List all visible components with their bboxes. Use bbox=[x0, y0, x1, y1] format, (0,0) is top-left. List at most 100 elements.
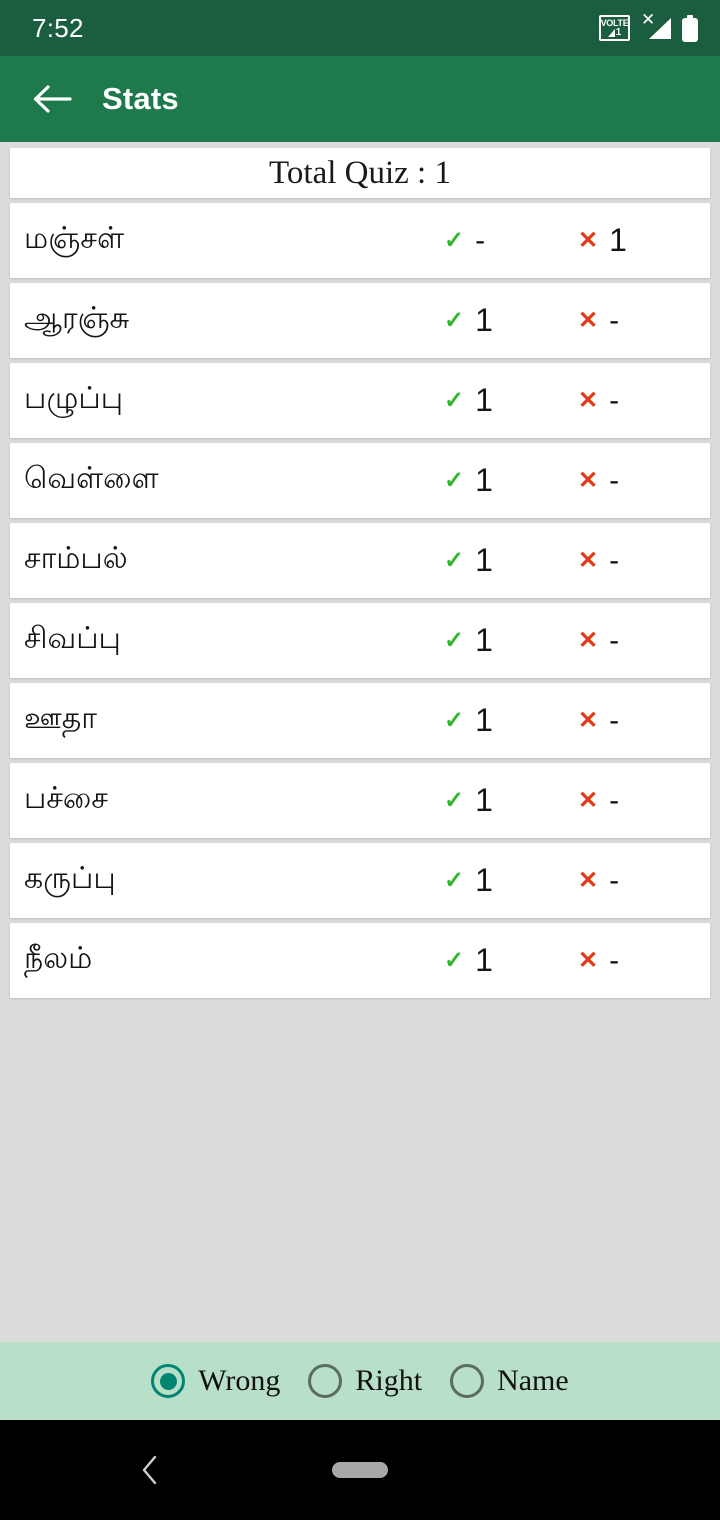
page-title: Stats bbox=[102, 81, 179, 116]
row-wrong-value: - bbox=[609, 703, 620, 737]
row-color-name: மஞ்சள் bbox=[24, 221, 125, 255]
volte-bars-icon bbox=[607, 29, 615, 37]
row-right-cell: ✓ 1 bbox=[444, 302, 493, 339]
row-color-name: வெள்ளை bbox=[24, 461, 159, 495]
status-bar: 7:52 VOLTE 1 ✕ bbox=[0, 0, 720, 56]
check-icon: ✓ bbox=[444, 786, 465, 814]
row-color-name: ஆரஞ்சு bbox=[24, 301, 130, 335]
check-icon: ✓ bbox=[444, 226, 465, 254]
table-row[interactable]: நீலம் ✓ 1 ✕ - bbox=[10, 923, 710, 998]
row-wrong-cell: ✕ - bbox=[578, 944, 627, 978]
cross-icon: ✕ bbox=[578, 546, 599, 574]
status-clock: 7:52 bbox=[32, 12, 84, 43]
volte-icon: VOLTE 1 bbox=[599, 15, 630, 41]
row-wrong-value: - bbox=[609, 463, 620, 497]
row-wrong-cell: ✕ - bbox=[578, 704, 627, 738]
row-right-cell: ✓ 1 bbox=[444, 622, 493, 659]
sort-option-right[interactable]: Right bbox=[308, 1364, 422, 1398]
stats-rows: மஞ்சள் ✓ - ✕ 1 ஆரஞ்சு ✓ 1 ✕ - பழுப்பு ✓ 1 ✕ - வெள்ளை ✓ 1 ✕… bbox=[0, 203, 720, 998]
status-icon-group: VOLTE 1 ✕ bbox=[599, 11, 698, 43]
row-right-value: - bbox=[475, 223, 486, 257]
radio-name-icon[interactable] bbox=[450, 1364, 485, 1398]
row-wrong-value: - bbox=[609, 543, 620, 577]
row-wrong-cell: ✕ - bbox=[578, 624, 627, 658]
sort-option-name[interactable]: Name bbox=[450, 1364, 569, 1398]
check-icon: ✓ bbox=[444, 466, 465, 494]
row-right-value: 1 bbox=[475, 382, 493, 418]
home-pill-icon[interactable] bbox=[332, 1462, 388, 1478]
table-row[interactable]: பச்சை ✓ 1 ✕ - bbox=[10, 763, 710, 838]
row-right-value: 1 bbox=[475, 542, 493, 578]
row-right-cell: ✓ 1 bbox=[444, 382, 493, 419]
table-row[interactable]: வெள்ளை ✓ 1 ✕ - bbox=[10, 443, 710, 518]
stats-list-container[interactable]: Total Quiz : 1 மஞ்சள் ✓ - ✕ 1 ஆரஞ்சு ✓ 1 ✕ - பழுப்… bbox=[0, 142, 720, 1342]
cross-icon: ✕ bbox=[578, 226, 599, 254]
total-quiz-card: Total Quiz : 1 bbox=[10, 148, 710, 198]
signal-icon: ✕ bbox=[641, 11, 671, 43]
cross-icon: ✕ bbox=[578, 706, 599, 734]
row-wrong-cell: ✕ - bbox=[578, 784, 627, 818]
radio-wrong-icon[interactable] bbox=[151, 1364, 186, 1398]
check-icon: ✓ bbox=[444, 946, 465, 974]
check-icon: ✓ bbox=[444, 706, 465, 734]
row-color-name: பழுப்பு bbox=[24, 381, 124, 415]
table-row[interactable]: மஞ்சள் ✓ - ✕ 1 bbox=[10, 203, 710, 278]
cross-icon: ✕ bbox=[578, 626, 599, 654]
row-wrong-cell: ✕ - bbox=[578, 384, 627, 418]
android-nav-bar bbox=[0, 1420, 720, 1520]
check-icon: ✓ bbox=[444, 306, 465, 334]
row-right-cell: ✓ 1 bbox=[444, 942, 493, 979]
cross-icon: ✕ bbox=[578, 466, 599, 494]
row-right-value: 1 bbox=[475, 782, 493, 818]
row-wrong-cell: ✕ - bbox=[578, 464, 627, 498]
sort-option-wrong-label: Wrong bbox=[198, 1364, 281, 1397]
row-wrong-value: - bbox=[609, 943, 620, 977]
check-icon: ✓ bbox=[444, 546, 465, 574]
volte-label: VOLTE bbox=[600, 18, 629, 28]
row-color-name: கருப்பு bbox=[24, 861, 116, 895]
back-arrow-icon[interactable] bbox=[30, 77, 74, 121]
sort-option-name-label: Name bbox=[497, 1364, 569, 1397]
sort-option-wrong[interactable]: Wrong bbox=[151, 1364, 280, 1398]
row-wrong-value: - bbox=[609, 303, 620, 337]
cross-icon: ✕ bbox=[578, 306, 599, 334]
row-wrong-cell: ✕ - bbox=[578, 544, 627, 578]
battery-icon bbox=[682, 14, 698, 42]
sort-option-right-label: Right bbox=[355, 1364, 423, 1397]
row-right-value: 1 bbox=[475, 702, 493, 738]
table-row[interactable]: சாம்பல் ✓ 1 ✕ - bbox=[10, 523, 710, 598]
row-right-cell: ✓ 1 bbox=[444, 782, 493, 819]
battery-body bbox=[682, 17, 698, 42]
row-right-value: 1 bbox=[475, 622, 493, 658]
cross-icon: ✕ bbox=[578, 386, 599, 414]
table-row[interactable]: ஆரஞ்சு ✓ 1 ✕ - bbox=[10, 283, 710, 358]
row-wrong-value: 1 bbox=[609, 222, 627, 258]
table-row[interactable]: கருப்பு ✓ 1 ✕ - bbox=[10, 843, 710, 918]
signal-bars-icon bbox=[649, 18, 671, 39]
total-quiz-label: Total Quiz : 1 bbox=[269, 154, 451, 191]
table-row[interactable]: சிவப்பு ✓ 1 ✕ - bbox=[10, 603, 710, 678]
chevron-left-icon[interactable] bbox=[130, 1450, 170, 1490]
row-right-cell: ✓ 1 bbox=[444, 702, 493, 739]
radio-right-icon[interactable] bbox=[308, 1364, 343, 1398]
row-wrong-value: - bbox=[609, 783, 620, 817]
table-row[interactable]: பழுப்பு ✓ 1 ✕ - bbox=[10, 363, 710, 438]
row-color-name: நீலம் bbox=[24, 941, 93, 975]
app-bar: Stats bbox=[0, 56, 720, 142]
cross-icon: ✕ bbox=[578, 946, 599, 974]
sort-option-bar: Wrong Right Name bbox=[0, 1342, 720, 1420]
row-color-name: பச்சை bbox=[24, 781, 108, 815]
volte-bars-number: 1 bbox=[615, 27, 622, 38]
row-right-cell: ✓ 1 bbox=[444, 542, 493, 579]
row-wrong-cell: ✕ 1 bbox=[578, 222, 627, 259]
row-wrong-value: - bbox=[609, 863, 620, 897]
table-row[interactable]: ஊதா ✓ 1 ✕ - bbox=[10, 683, 710, 758]
row-right-cell: ✓ - bbox=[444, 224, 493, 258]
row-wrong-value: - bbox=[609, 623, 620, 657]
row-right-cell: ✓ 1 bbox=[444, 862, 493, 899]
cross-icon: ✕ bbox=[578, 866, 599, 894]
row-color-name: சாம்பல் bbox=[24, 541, 128, 575]
cross-icon: ✕ bbox=[578, 786, 599, 814]
row-wrong-cell: ✕ - bbox=[578, 864, 627, 898]
app-screen: 7:52 VOLTE 1 ✕ Stats Total Quiz: 1 மஞ்ச… bbox=[0, 0, 720, 1520]
